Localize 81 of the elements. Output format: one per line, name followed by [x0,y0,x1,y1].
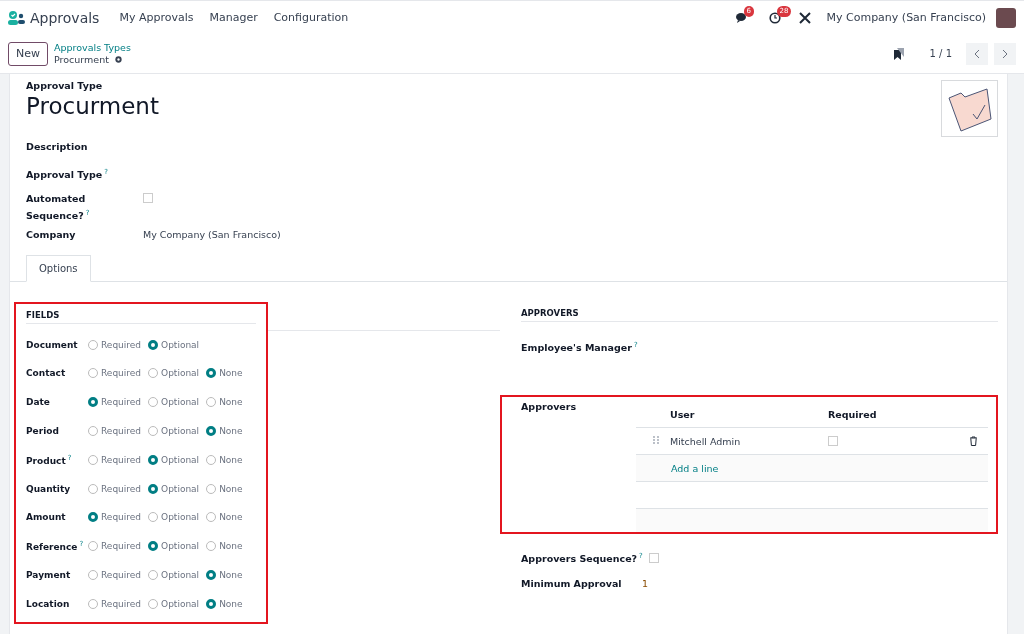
radio-option[interactable]: None [206,368,243,379]
column-header: User [670,408,696,420]
app-logo-icon[interactable] [8,10,26,25]
menu-item[interactable]: Configuration [267,11,355,24]
add-line-link[interactable]: Add a line [671,462,719,474]
radio-option[interactable]: Optional [148,541,200,552]
radio-option[interactable]: Required [88,368,142,379]
chat-icon[interactable] [735,11,749,24]
trash-icon[interactable] [969,436,978,447]
table-cell-text: Mitchell Admin [670,435,742,447]
radio-option[interactable]: Required [88,541,142,552]
record-title[interactable]: Procurment [26,93,941,119]
radio-option[interactable]: Optional [148,397,200,408]
field-value[interactable]: 1 [642,577,649,589]
field-label: Approval Type $^{?}$ [26,167,109,183]
radio-option[interactable]: Optional [148,368,200,379]
company-switcher[interactable]: My Company (San Francisco) [826,11,986,24]
field-label: Document [26,339,79,350]
field-label: Location [26,598,71,609]
radio-option[interactable]: None [206,541,243,552]
radio-option[interactable]: Optional [148,339,200,350]
field-label: Approval Type [26,80,104,91]
radio-option[interactable]: Required [88,339,142,350]
field-label: Approvers [521,401,578,415]
menu-item[interactable]: My Approvals [113,11,200,24]
radio-option[interactable]: Required [88,569,142,580]
field-label: Approvers Sequence? $^{?}$ [521,550,643,566]
radio-option[interactable]: Required [88,397,142,408]
section-title: FIELDS [26,310,256,325]
bookmark-icon[interactable] [893,47,904,60]
field-label: Date [26,397,51,408]
user-avatar[interactable] [996,7,1016,28]
column-header: Required [828,408,878,420]
radio-option[interactable]: Optional [148,512,200,523]
radio-option[interactable]: Required [88,454,142,465]
radio-option[interactable]: Optional [148,454,200,465]
breadcrumb-link[interactable]: Approvals Types [54,41,131,54]
radio-option[interactable]: None [206,397,243,408]
field-value[interactable]: My Company (San Francisco) [143,227,281,243]
radio-option[interactable]: None [206,483,243,494]
radio-option[interactable]: Optional [148,425,200,436]
checkbox[interactable] [828,436,838,447]
drag-handle-icon[interactable] [652,435,660,446]
pager-value[interactable]: 1 / 1 [929,48,952,59]
radio-option[interactable]: None [206,569,243,580]
radio-option[interactable]: None [206,512,243,523]
field-label: Minimum Approval [521,576,623,591]
field-label: Amount [26,512,67,523]
image-frame[interactable] [941,80,998,137]
checkbox[interactable] [648,553,659,564]
checkbox[interactable] [143,193,153,203]
field-label: Automated Sequence? $^{?}$ [26,192,91,224]
section-title: APPROVERS [521,308,998,323]
field-label: Product $^{?}$ [26,453,73,466]
field-label: Company [26,228,77,243]
radio-option[interactable]: None [206,454,243,465]
settings-icon[interactable] [113,55,123,64]
breadcrumb-current: Procurment [54,53,109,66]
app-name[interactable]: Approvals [30,9,100,26]
radio-option[interactable]: None [206,425,243,436]
chevron-right-icon [1001,48,1009,59]
radio-option[interactable]: None [206,598,243,609]
menu-item[interactable]: Manager [203,11,264,24]
radio-option[interactable]: Required [88,483,142,494]
field-label: Quantity [26,483,72,494]
clock-icon[interactable] [768,11,781,24]
radio-option[interactable]: Optional [148,569,200,580]
radio-option[interactable]: Required [88,425,142,436]
radio-option[interactable]: Optional [148,598,200,609]
field-label: Employee's Manager $^{?}$ [521,342,638,354]
field-label: Payment [26,569,72,580]
chevron-left-icon [973,48,981,59]
radio-option[interactable]: Required [88,512,142,523]
radio-option[interactable]: Required [88,598,142,609]
field-label: Description [26,140,89,154]
new-button[interactable]: New [8,41,48,66]
radio-option[interactable]: Optional [148,483,200,494]
field-label: Reference $^{?}$ [26,540,85,553]
field-label: Contact [26,368,67,379]
tab[interactable]: Options [26,255,91,283]
field-label: Period [26,425,60,436]
